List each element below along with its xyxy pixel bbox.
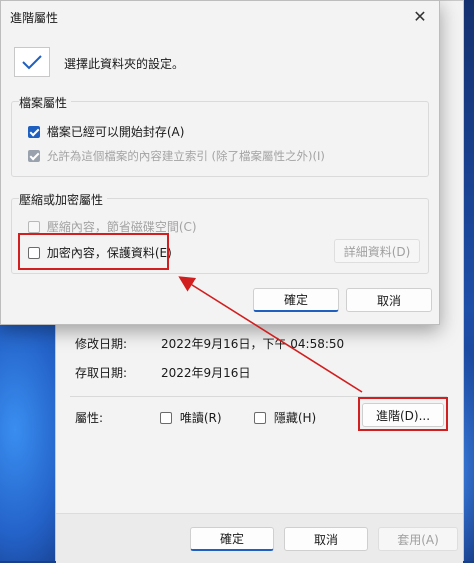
modified-date-value: 2022年9月16日，下午 04:58:50 xyxy=(161,337,345,351)
compress-checkbox-box[interactable] xyxy=(28,221,40,233)
dialog-cancel-button[interactable]: 取消 xyxy=(346,288,432,312)
archive-checkbox[interactable]: 檔案已經可以開始封存(A) xyxy=(28,123,184,140)
compress-label: 壓縮內容，節省磁碟空間(C) xyxy=(46,220,197,234)
archive-label: 檔案已經可以開始封存(A) xyxy=(46,125,185,139)
modified-date-label: 修改日期: xyxy=(75,337,128,351)
encrypt-option-highlight xyxy=(18,233,169,270)
readonly-checkbox[interactable]: 唯讀(R) xyxy=(160,409,222,426)
readonly-label: 唯讀(R) xyxy=(179,411,222,425)
settings-check-icon xyxy=(14,47,50,77)
attributes-label: 屬性: xyxy=(75,411,104,425)
compress-group-label: 壓縮或加密屬性 xyxy=(19,191,108,208)
accessed-date-value: 2022年9月16日 xyxy=(161,366,251,380)
index-checkbox-box[interactable] xyxy=(28,150,40,162)
dialog-description: 選擇此資料夾的設定。 xyxy=(64,57,185,71)
dialog-title: 進階屬性 xyxy=(10,11,59,25)
archive-checkbox-box[interactable] xyxy=(28,126,40,138)
properties-cancel-button[interactable]: 取消 xyxy=(284,527,368,551)
properties-ok-button[interactable]: 確定 xyxy=(190,527,274,551)
hidden-checkbox[interactable]: 隱藏(H) xyxy=(254,409,316,426)
details-button[interactable]: 詳細資料(D) xyxy=(334,239,420,263)
readonly-checkbox-box[interactable] xyxy=(160,412,172,424)
advanced-attributes-dialog: 進階屬性 ✕ 選擇此資料夾的設定。 檔案屬性 檔案已經可以開始封存(A) 允許為… xyxy=(0,0,440,325)
accessed-date-label: 存取日期: xyxy=(75,366,128,380)
hidden-label: 隱藏(H) xyxy=(273,411,317,425)
dialog-titlebar: 進階屬性 ✕ xyxy=(1,1,439,33)
index-label: 允許為這個檔案的內容建立索引 (除了檔案屬性之外)(I) xyxy=(46,149,325,163)
dialog-ok-button[interactable]: 確定 xyxy=(253,288,339,312)
index-checkbox[interactable]: 允許為這個檔案的內容建立索引 (除了檔案屬性之外)(I) xyxy=(28,148,325,164)
close-icon[interactable]: ✕ xyxy=(409,5,431,27)
archive-group-label: 檔案屬性 xyxy=(19,94,72,111)
advanced-button-highlight xyxy=(358,397,448,431)
properties-apply-button[interactable]: 套用(A) xyxy=(378,527,458,551)
hidden-checkbox-box[interactable] xyxy=(254,412,266,424)
